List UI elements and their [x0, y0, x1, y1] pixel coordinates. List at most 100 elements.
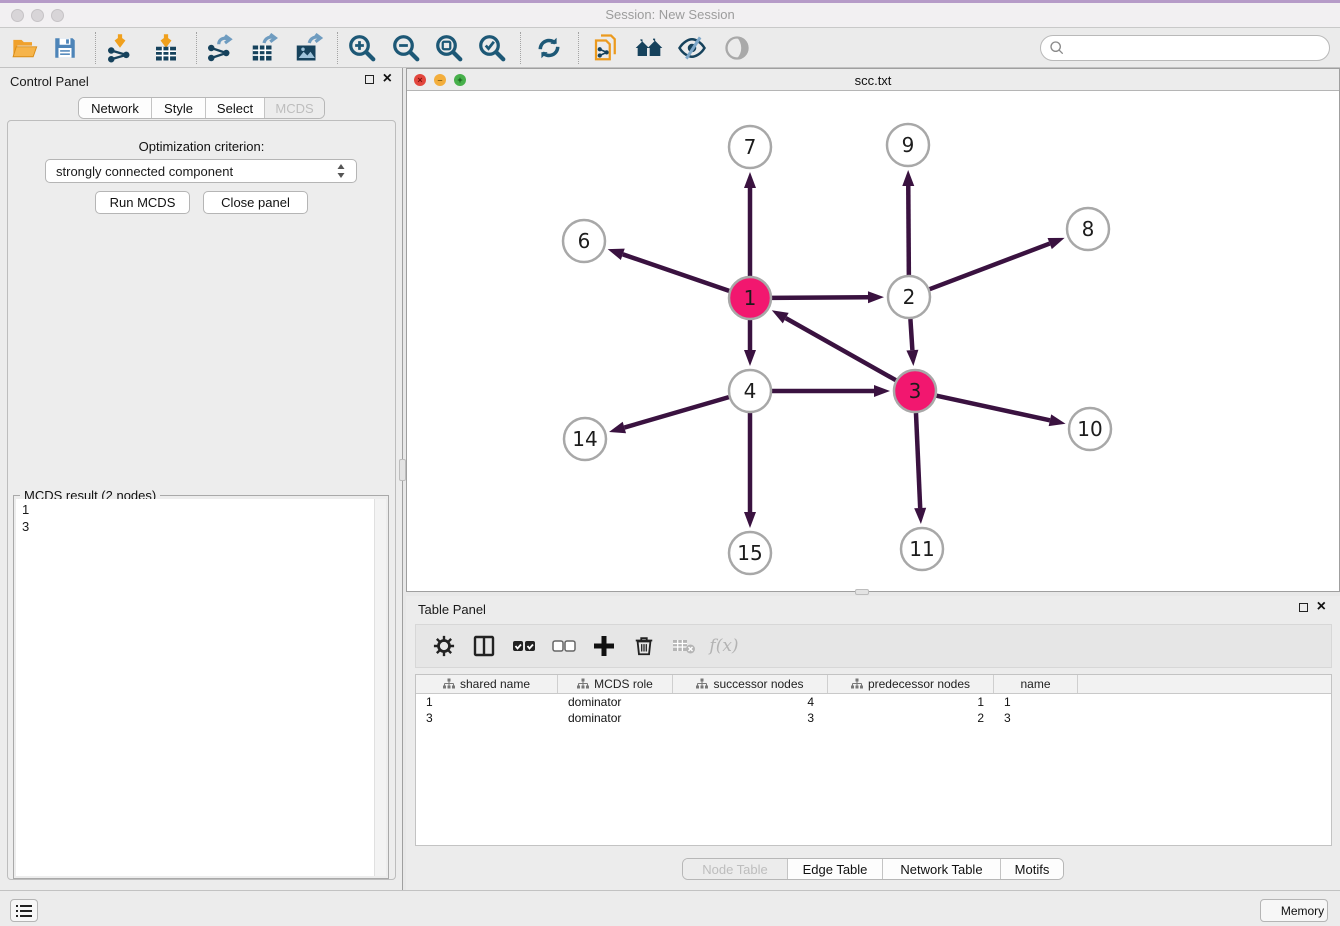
- tab-motifs[interactable]: Motifs: [1001, 859, 1063, 879]
- window-title: Session: New Session: [0, 7, 1340, 22]
- import-table-icon[interactable]: [147, 31, 185, 65]
- tab-node-table[interactable]: Node Table: [683, 859, 788, 879]
- window-titlebar: Session: New Session: [0, 0, 1340, 28]
- select-all-icon[interactable]: [506, 628, 542, 664]
- graph-node-label: 15: [737, 541, 762, 565]
- import-network-icon[interactable]: [101, 31, 139, 65]
- table-row[interactable]: 1 dominator 4 1 1: [416, 694, 1331, 710]
- hide-selected-icon[interactable]: [673, 31, 711, 65]
- graph-edge-2-3[interactable]: [910, 319, 912, 350]
- tab-select[interactable]: Select: [206, 98, 265, 118]
- float-panel-icon[interactable]: [365, 75, 374, 84]
- tab-network[interactable]: Network: [79, 98, 152, 118]
- add-column-icon[interactable]: [586, 628, 622, 664]
- column-header-predecessor-nodes[interactable]: predecessor nodes: [828, 675, 994, 693]
- export-network-icon[interactable]: [201, 31, 239, 65]
- graph-edge-arrow: [868, 291, 884, 303]
- toolbar-separator: [196, 32, 197, 64]
- graph-edge-1-2[interactable]: [772, 297, 868, 298]
- mcds-result-list[interactable]: 1 3: [16, 499, 386, 876]
- network-view-window: × – + scc.txt 1234678910111415: [406, 68, 1340, 592]
- home-icon[interactable]: [630, 31, 668, 65]
- tab-network-table[interactable]: Network Table: [883, 859, 1001, 879]
- vertical-splitter-handle[interactable]: [399, 459, 406, 481]
- show-panels-button[interactable]: [10, 899, 38, 922]
- table-panel-tabs: Node Table Edge Table Network Table Moti…: [682, 858, 1064, 880]
- run-mcds-button[interactable]: Run MCDS: [95, 191, 190, 214]
- refresh-icon[interactable]: [530, 31, 568, 65]
- save-session-icon[interactable]: [46, 31, 84, 65]
- graph-node-label: 7: [744, 135, 757, 159]
- horizontal-splitter-handle[interactable]: [855, 589, 869, 595]
- main-toolbar: [0, 28, 1340, 68]
- graph-edge-arrow: [1049, 414, 1066, 426]
- graph-node-label: 9: [902, 133, 915, 157]
- table-header-row: shared name MCDS role successor nodes pr…: [416, 675, 1331, 694]
- result-item[interactable]: 1: [22, 501, 380, 518]
- delete-table-icon[interactable]: [666, 628, 702, 664]
- graph-edge-3-1[interactable]: [786, 318, 896, 380]
- graph-node-label: 11: [909, 537, 934, 561]
- toolbar-separator: [520, 32, 521, 64]
- close-table-panel-icon[interactable]: ×: [1317, 602, 1326, 612]
- graph-node-label: 4: [744, 379, 757, 403]
- control-panel-tabs: Network Style Select MCDS: [78, 97, 325, 119]
- graph-node-label: 6: [578, 229, 591, 253]
- tab-edge-table[interactable]: Edge Table: [788, 859, 883, 879]
- graph-edge-2-9[interactable]: [908, 186, 909, 275]
- select-chevrons-icon: [336, 163, 346, 179]
- table-row[interactable]: 3 dominator 3 2 3: [416, 710, 1331, 726]
- list-icon: [16, 904, 32, 918]
- zoom-out-icon[interactable]: [387, 31, 425, 65]
- columns-icon[interactable]: [466, 628, 502, 664]
- float-table-panel-icon[interactable]: [1299, 603, 1308, 612]
- export-image-icon[interactable]: [289, 31, 327, 65]
- table-toolbar: f(x): [415, 624, 1332, 668]
- zoom-selected-icon[interactable]: [473, 31, 511, 65]
- graph-node-label: 1: [744, 286, 757, 310]
- graph-edge-1-6[interactable]: [623, 254, 729, 291]
- column-header-successor-nodes[interactable]: successor nodes: [673, 675, 828, 693]
- result-scrollbar[interactable]: [374, 499, 386, 876]
- search-icon: [1049, 40, 1065, 56]
- graph-node-label: 14: [572, 427, 597, 451]
- search-field[interactable]: [1070, 40, 1329, 57]
- show-all-icon[interactable]: [718, 31, 756, 65]
- table-panel-header: Table Panel ×: [406, 596, 1340, 622]
- graph-edge-arrow: [772, 310, 789, 323]
- graph-edge-arrow: [609, 422, 626, 434]
- export-table-icon[interactable]: [245, 31, 283, 65]
- deselect-all-icon[interactable]: [546, 628, 582, 664]
- result-item[interactable]: 3: [22, 518, 380, 535]
- network-from-selection-icon[interactable]: [587, 31, 625, 65]
- close-panel-icon[interactable]: ×: [383, 74, 392, 84]
- tree-icon: [443, 678, 455, 690]
- close-panel-button[interactable]: Close panel: [203, 191, 308, 214]
- graph-edge-4-14[interactable]: [624, 397, 729, 427]
- tab-mcds[interactable]: MCDS: [265, 98, 324, 118]
- search-input[interactable]: [1040, 35, 1330, 61]
- column-header-mcds-role[interactable]: MCDS role: [558, 675, 673, 693]
- graph-edge-2-8[interactable]: [930, 244, 1050, 290]
- memory-button[interactable]: Memory: [1260, 899, 1328, 922]
- graph-edge-arrow: [914, 508, 926, 524]
- memory-label: Memory: [1281, 904, 1324, 918]
- open-session-icon[interactable]: [6, 31, 44, 65]
- control-panel-title: Control Panel: [10, 74, 89, 89]
- delete-column-icon[interactable]: [626, 628, 662, 664]
- titlebar-accent-strip: [0, 0, 1340, 3]
- zoom-in-icon[interactable]: [343, 31, 381, 65]
- column-header-name[interactable]: name: [994, 675, 1078, 693]
- network-canvas[interactable]: 1234678910111415: [407, 91, 1339, 591]
- settings-icon[interactable]: [426, 628, 462, 664]
- column-header-shared-name[interactable]: shared name: [416, 675, 558, 693]
- function-builder-icon[interactable]: f(x): [706, 628, 742, 664]
- graph-edge-3-10[interactable]: [936, 396, 1049, 421]
- zoom-fit-icon[interactable]: [430, 31, 468, 65]
- tab-style[interactable]: Style: [152, 98, 206, 118]
- optimization-criterion-select[interactable]: strongly connected component: [45, 159, 357, 183]
- network-graph[interactable]: 1234678910111415: [407, 91, 1339, 591]
- graph-edge-3-11[interactable]: [916, 413, 920, 508]
- graph-node-label: 8: [1082, 217, 1095, 241]
- tree-icon: [696, 678, 708, 690]
